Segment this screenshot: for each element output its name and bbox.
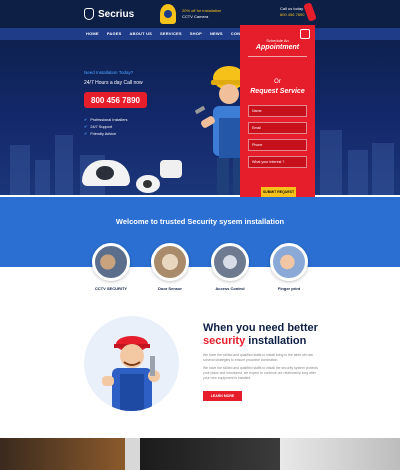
shield-icon bbox=[84, 8, 94, 20]
interest-field[interactable] bbox=[248, 156, 307, 168]
feature-item: ✔ Professional Installers bbox=[84, 117, 128, 122]
divider bbox=[248, 56, 307, 57]
worker-badge-icon bbox=[160, 4, 176, 24]
promo-product: CCTV Camera bbox=[182, 14, 209, 19]
service-label: Access Control bbox=[215, 286, 245, 291]
submit-request-button[interactable]: SUBMIT REQUEST bbox=[261, 187, 296, 197]
call-block: Call us today 800 456 7890 bbox=[280, 6, 304, 18]
phone-field[interactable] bbox=[248, 139, 307, 151]
email-field[interactable] bbox=[248, 122, 307, 134]
finger-print-image bbox=[270, 243, 308, 281]
service-access-control[interactable]: Access Control bbox=[211, 243, 249, 291]
appointment-form: Schedule An Appointment Or Request Servi… bbox=[240, 25, 315, 200]
about-paragraph: We have the skilled and qualified staffs… bbox=[203, 353, 314, 362]
welcome-title: Welcome to trusted Security sysem instal… bbox=[115, 217, 285, 226]
form-or: Or bbox=[274, 79, 281, 85]
mechanic-illustration bbox=[84, 316, 179, 411]
form-appointment-title[interactable]: Appointment bbox=[240, 44, 315, 51]
learn-more-button[interactable]: LEARN MORE bbox=[203, 391, 242, 401]
nav-home[interactable]: HOME bbox=[86, 31, 99, 36]
door-sensor-image bbox=[151, 243, 189, 281]
hero-kicker: Need Installation Today? bbox=[84, 70, 134, 75]
check-icon: ✔ bbox=[84, 131, 88, 136]
about-title-highlight: security bbox=[203, 335, 246, 347]
name-field[interactable] bbox=[248, 105, 307, 117]
service-label: Finger print bbox=[277, 286, 301, 291]
check-icon: ✔ bbox=[84, 117, 88, 122]
welcome-band: Welcome to trusted Security sysem instal… bbox=[0, 197, 400, 267]
about-title: When you need better security installati… bbox=[203, 322, 318, 347]
access-control-image bbox=[211, 243, 249, 281]
service-door-sensor[interactable]: Door Sensor bbox=[151, 243, 189, 291]
hero-subtitle: 24/7 Hours a day Call now bbox=[84, 80, 143, 86]
promo-banner: 20% off for installation CCTV Camera bbox=[160, 4, 221, 24]
phone-icon bbox=[303, 2, 317, 22]
camera-image bbox=[136, 175, 160, 193]
camera-image bbox=[160, 160, 182, 178]
feature-item: ✔ 24/7 Support bbox=[84, 124, 113, 129]
service-label: CCTV SECURITY bbox=[94, 286, 128, 291]
gallery-image bbox=[125, 438, 140, 470]
about-paragraph: We have the skilled and qualified staffs… bbox=[203, 366, 318, 380]
form-schedule-label: Schedule An bbox=[266, 38, 289, 43]
feature-item: ✔ Friendly Advice bbox=[84, 131, 117, 136]
service-cctv[interactable]: CCTV SECURITY bbox=[92, 243, 130, 291]
nav-shop[interactable]: SHOP bbox=[190, 31, 202, 36]
form-request-title: Request Service bbox=[250, 88, 305, 95]
nav-about[interactable]: ABOUT US bbox=[130, 31, 153, 36]
brand-name: Secrius bbox=[98, 8, 135, 20]
gallery-image bbox=[0, 438, 125, 470]
nav-pages[interactable]: PAGES bbox=[107, 31, 122, 36]
hero-section: Need Installation Today? 24/7 Hours a da… bbox=[0, 40, 400, 195]
service-label: Door Sensor bbox=[157, 286, 182, 291]
nav-news[interactable]: NEWS bbox=[210, 31, 223, 36]
nav-services[interactable]: SERVICES bbox=[160, 31, 182, 36]
top-header: Secrius 20% off for installation CCTV Ca… bbox=[0, 0, 400, 28]
gallery-image bbox=[280, 438, 400, 470]
cctv-image bbox=[92, 243, 130, 281]
gallery-image bbox=[140, 438, 280, 470]
service-finger-print[interactable]: Finger print bbox=[270, 243, 308, 291]
main-nav: HOME PAGES ABOUT US SERVICES SHOP NEWS C… bbox=[0, 28, 400, 40]
call-number[interactable]: 800 456 7890 bbox=[280, 12, 304, 18]
check-icon: ✔ bbox=[84, 124, 88, 129]
logo[interactable]: Secrius bbox=[84, 8, 134, 20]
hero-phone-button[interactable]: 800 456 7890 bbox=[84, 92, 147, 108]
